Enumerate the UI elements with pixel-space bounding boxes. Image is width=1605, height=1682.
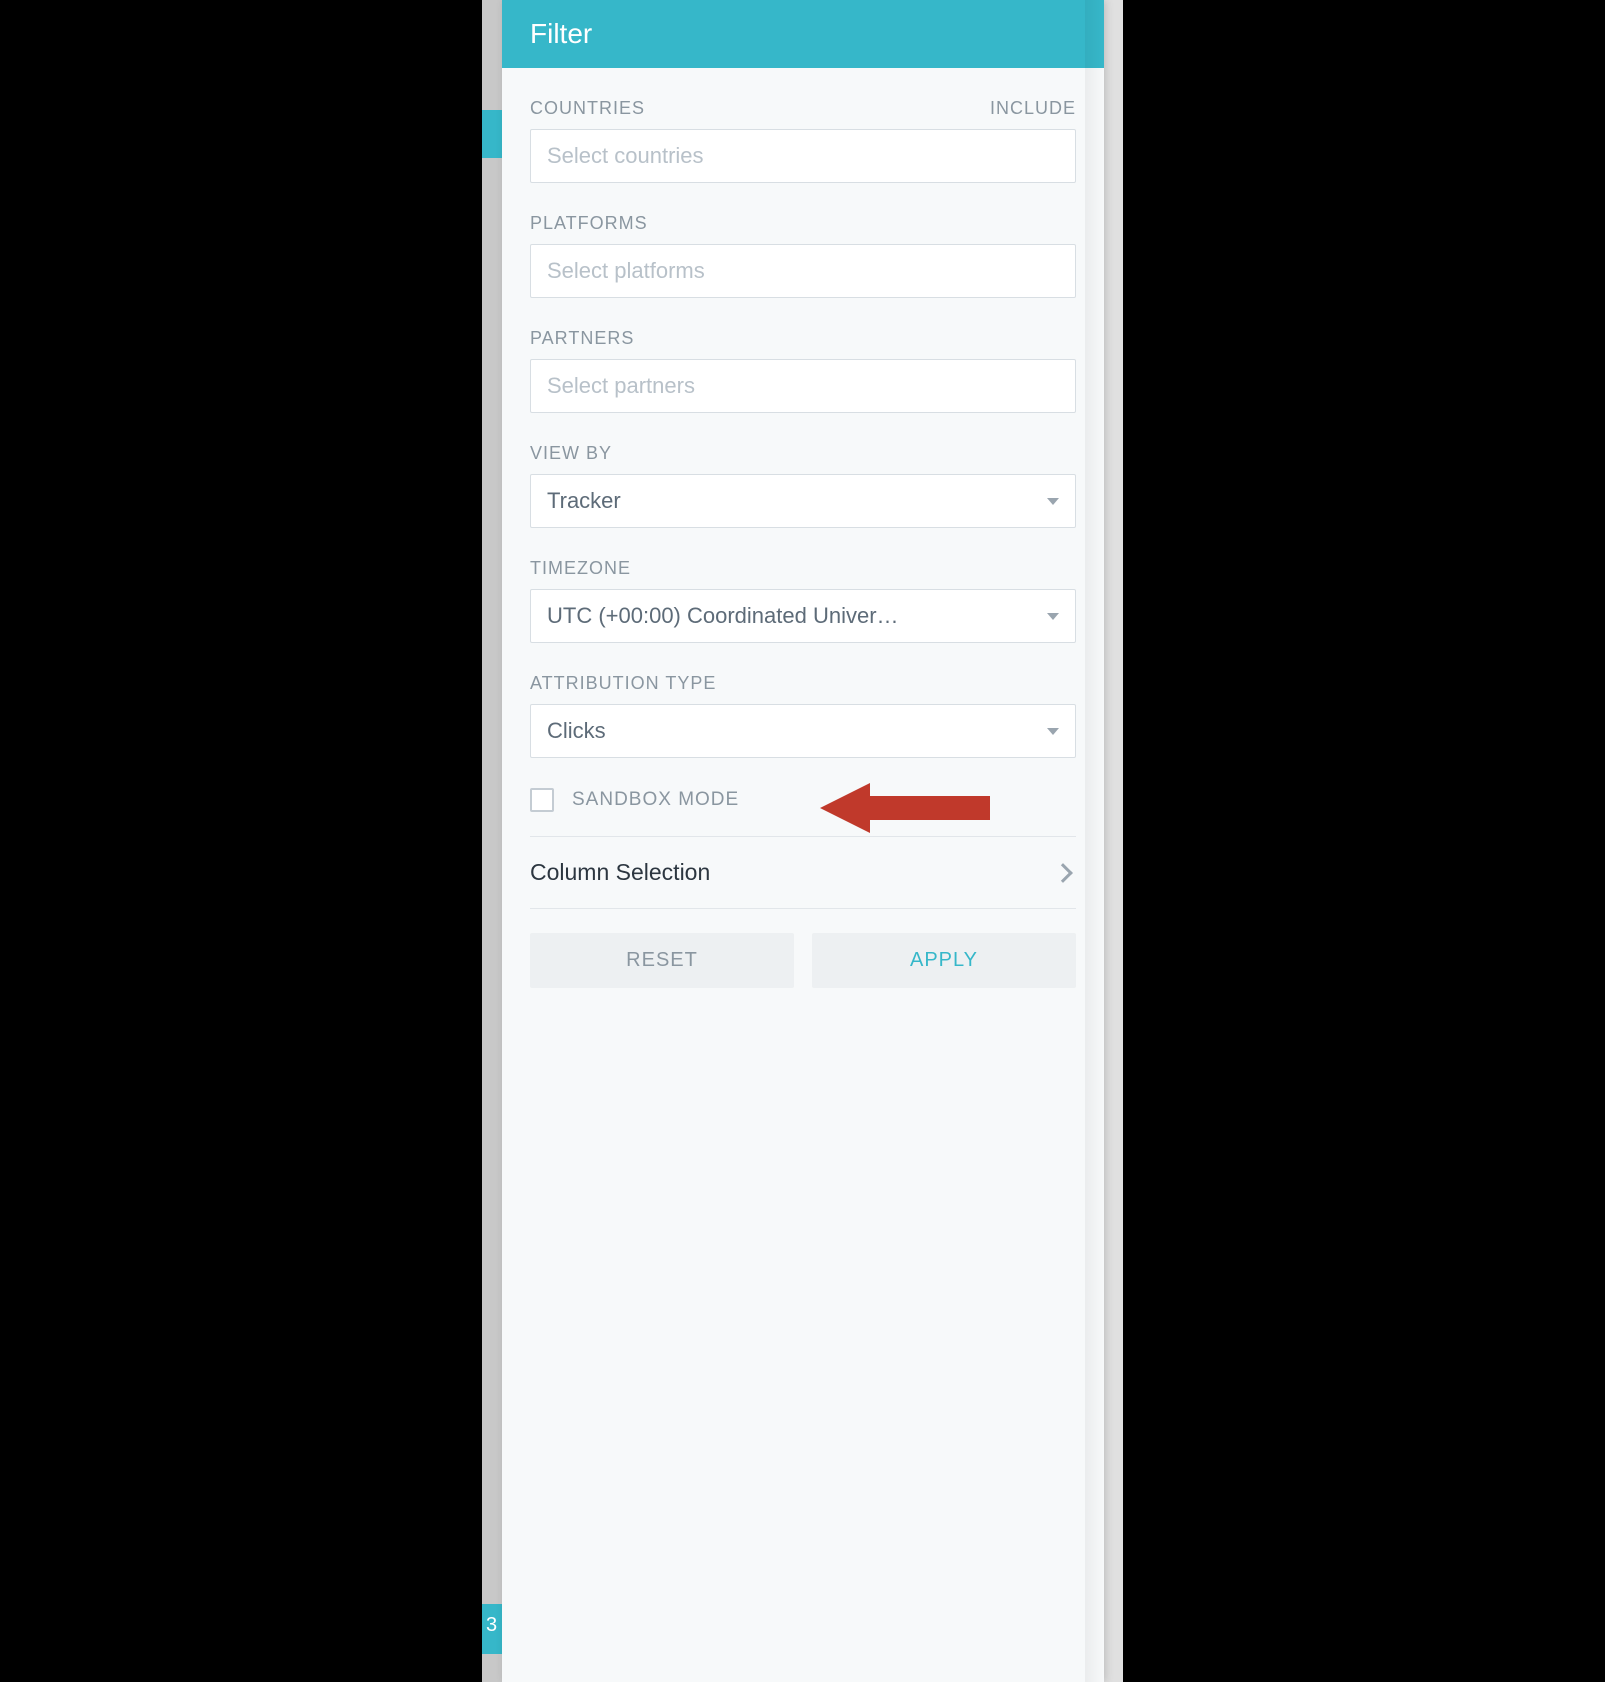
side-tab-top[interactable] xyxy=(482,110,502,158)
platforms-input[interactable]: Select platforms xyxy=(530,244,1076,298)
attribution-type-label: ATTRIBUTION TYPE xyxy=(530,673,716,694)
attribution-type-value: Clicks xyxy=(547,718,1037,744)
chevron-right-icon xyxy=(1053,863,1073,883)
divider xyxy=(530,908,1076,909)
attribution-type-field: ATTRIBUTION TYPE Clicks xyxy=(530,673,1076,758)
apply-button[interactable]: APPLY xyxy=(812,933,1076,988)
panel-title: Filter xyxy=(502,0,1104,68)
sandbox-mode-checkbox[interactable] xyxy=(530,788,554,812)
reset-button[interactable]: RESET xyxy=(530,933,794,988)
filter-panel: Filter COUNTRIES INCLUDE Select countrie… xyxy=(502,0,1104,1682)
attribution-type-dropdown[interactable]: Clicks xyxy=(530,704,1076,758)
chevron-down-icon xyxy=(1047,728,1059,735)
arrow-annotation-icon xyxy=(820,778,1000,838)
countries-field: COUNTRIES INCLUDE Select countries xyxy=(530,98,1076,183)
view-by-dropdown[interactable]: Tracker xyxy=(530,474,1076,528)
platforms-label: PLATFORMS xyxy=(530,213,648,234)
countries-placeholder: Select countries xyxy=(547,143,704,169)
countries-mode-toggle[interactable]: INCLUDE xyxy=(990,98,1076,119)
view-by-field: VIEW BY Tracker xyxy=(530,443,1076,528)
timezone-value: UTC (+00:00) Coordinated Univer… xyxy=(547,603,1037,629)
sandbox-mode-label: SANDBOX MODE xyxy=(572,789,739,811)
column-selection-label: Column Selection xyxy=(530,859,710,886)
left-edge-strip: 3 xyxy=(482,0,502,1682)
timezone-label: TIMEZONE xyxy=(530,558,631,579)
side-tab-badge: 3 xyxy=(486,1614,497,1637)
view-by-label: VIEW BY xyxy=(530,443,612,464)
platforms-field: PLATFORMS Select platforms xyxy=(530,213,1076,298)
chevron-down-icon xyxy=(1047,613,1059,620)
sandbox-mode-row[interactable]: SANDBOX MODE xyxy=(530,788,1076,812)
partners-field: PARTNERS Select partners xyxy=(530,328,1076,413)
partners-placeholder: Select partners xyxy=(547,373,695,399)
partners-label: PARTNERS xyxy=(530,328,634,349)
platforms-placeholder: Select platforms xyxy=(547,258,705,284)
countries-label: COUNTRIES xyxy=(530,98,645,119)
view-by-value: Tracker xyxy=(547,488,1037,514)
column-selection-row[interactable]: Column Selection xyxy=(530,837,1076,908)
countries-input[interactable]: Select countries xyxy=(530,129,1076,183)
partners-input[interactable]: Select partners xyxy=(530,359,1076,413)
timezone-field: TIMEZONE UTC (+00:00) Coordinated Univer… xyxy=(530,558,1076,643)
timezone-dropdown[interactable]: UTC (+00:00) Coordinated Univer… xyxy=(530,589,1076,643)
chevron-down-icon xyxy=(1047,498,1059,505)
